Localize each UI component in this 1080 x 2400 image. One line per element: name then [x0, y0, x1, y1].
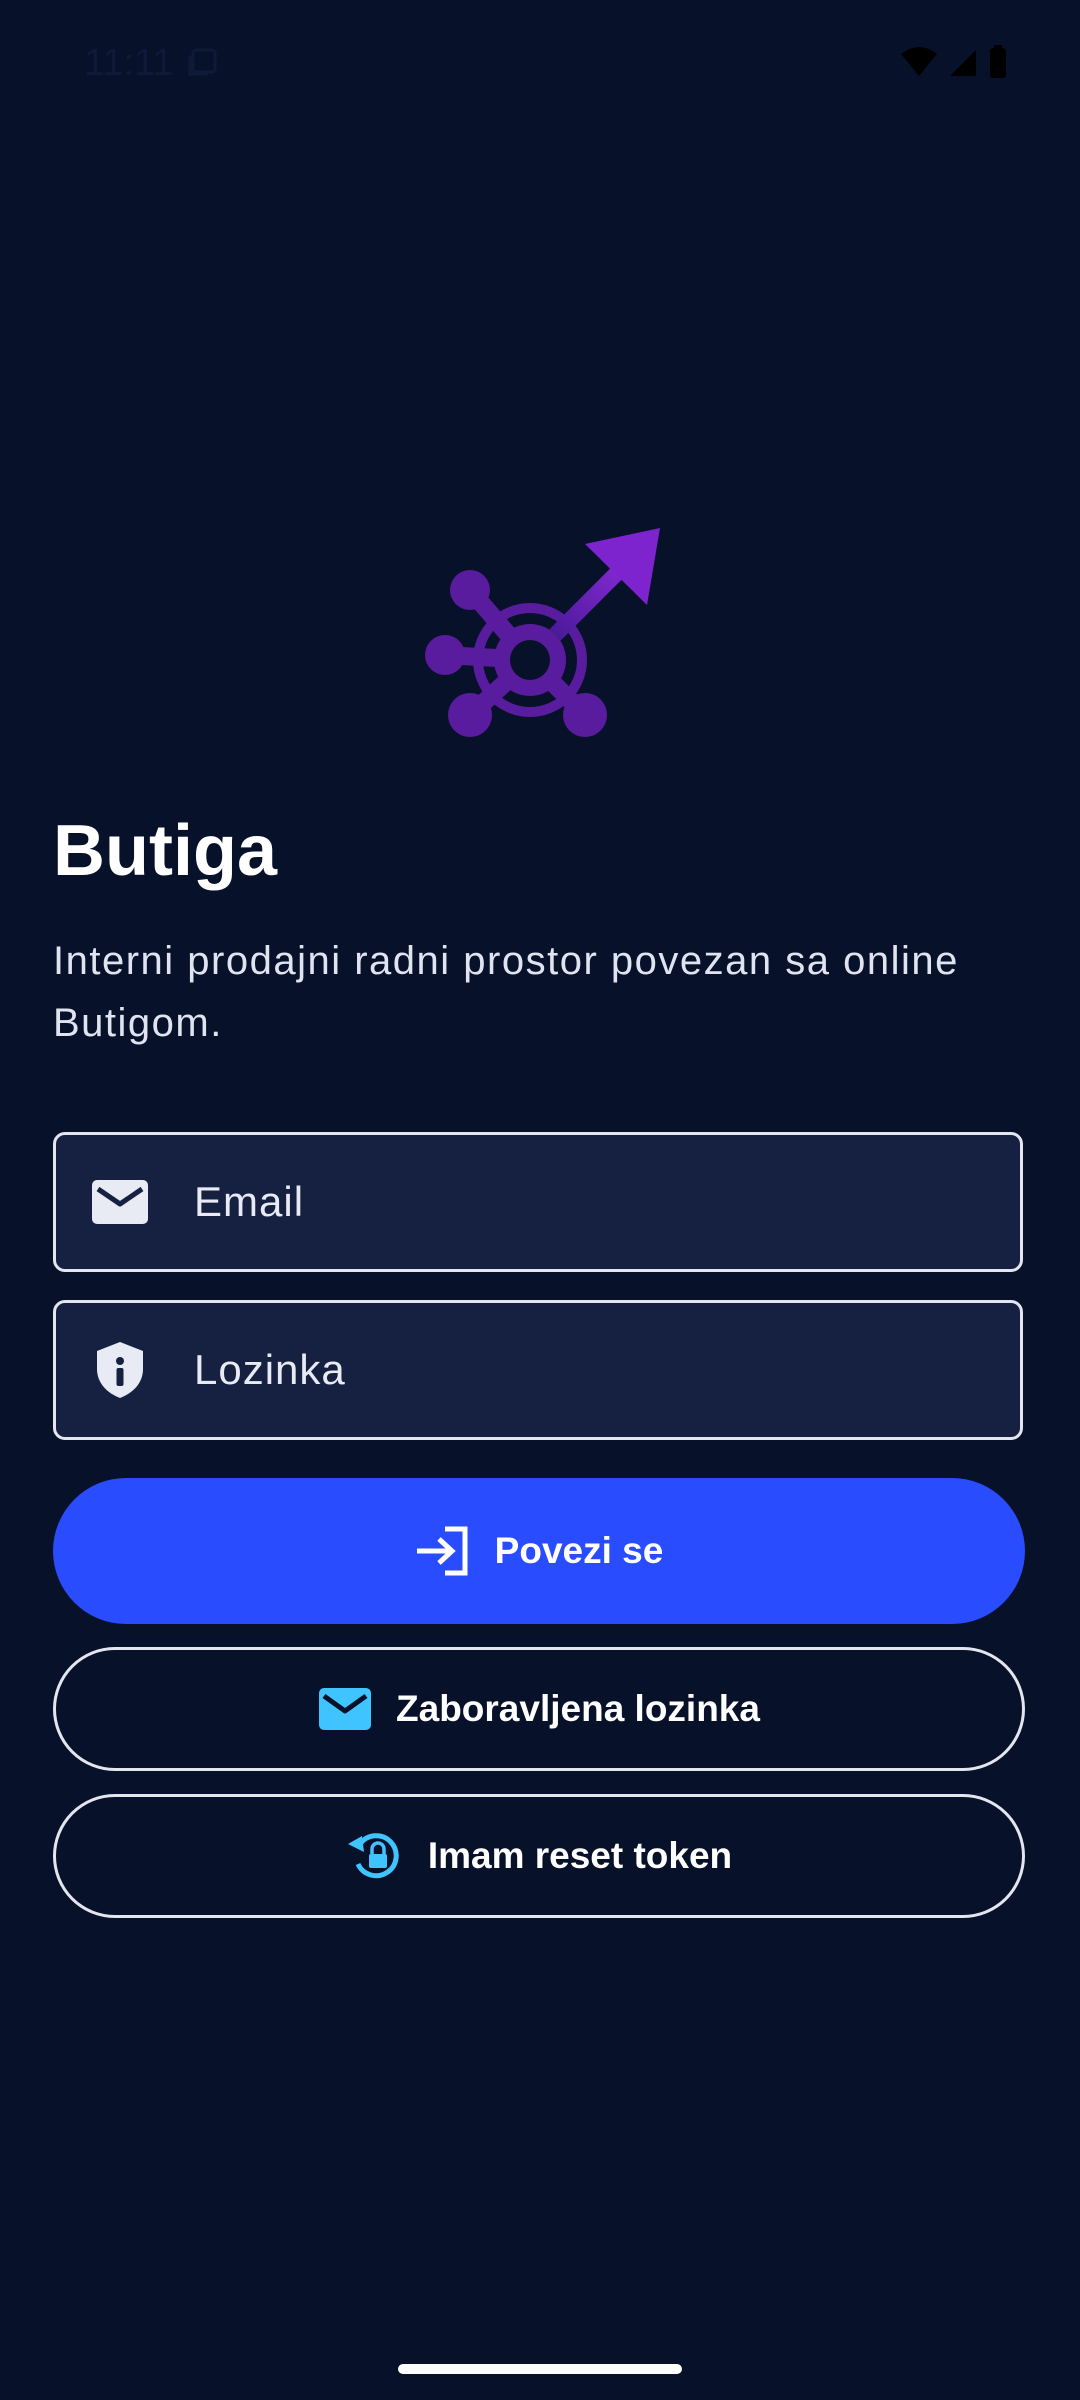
lock-reset-icon: [346, 1830, 404, 1882]
status-time: 11:11: [84, 42, 174, 84]
email-input[interactable]: [192, 1177, 976, 1227]
mail-icon: [318, 1687, 372, 1731]
app-title: Butiga: [53, 811, 277, 891]
shield-info-icon: [90, 1340, 150, 1400]
login-arrow-icon: [415, 1526, 471, 1576]
password-input[interactable]: [192, 1345, 976, 1395]
email-field[interactable]: [53, 1132, 1023, 1272]
forgot-password-label: Zaboravljena lozinka: [396, 1688, 760, 1729]
login-screen: 11:11 Butiga Interni prodajni radni pros…: [0, 0, 1080, 2400]
status-icons: [900, 44, 1008, 80]
login-button[interactable]: Povezi se: [53, 1478, 1025, 1624]
login-button-label: Povezi se: [494, 1530, 664, 1571]
app-subtitle: Interni prodajni radni prostor povezan s…: [53, 939, 959, 1045]
signal-icon: [950, 50, 976, 76]
wifi-icon: [901, 47, 937, 76]
screenshot-icon: [188, 48, 217, 76]
reset-token-label: Imam reset token: [427, 1835, 733, 1876]
password-field[interactable]: [53, 1300, 1023, 1440]
home-indicator[interactable]: [398, 2364, 682, 2374]
battery-icon: [990, 45, 1006, 78]
mail-icon: [90, 1172, 150, 1232]
butiga-logo: [425, 528, 660, 737]
forgot-password-button[interactable]: Zaboravljena lozinka: [53, 1647, 1025, 1771]
status-bar: 11:11: [0, 0, 1080, 130]
reset-token-button[interactable]: Imam reset token: [53, 1794, 1025, 1918]
